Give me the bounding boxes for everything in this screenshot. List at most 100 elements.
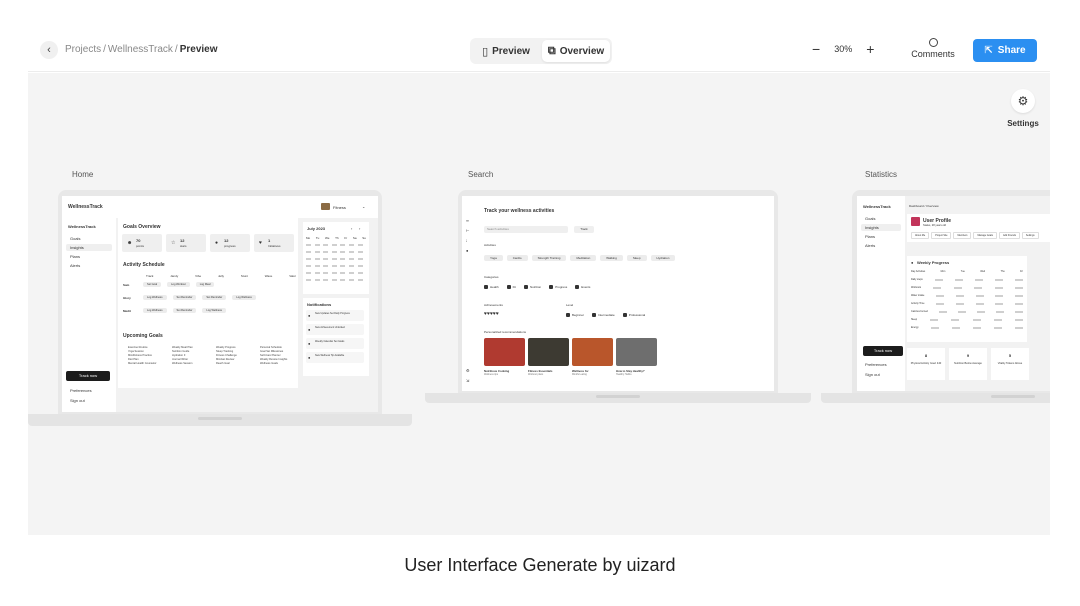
calendar-day[interactable] — [357, 244, 363, 246]
calendar-day[interactable] — [357, 251, 363, 253]
profile-tab[interactable]: About Me — [911, 232, 930, 239]
calendar-day[interactable] — [314, 272, 320, 274]
preferences-link[interactable]: Preferences — [865, 362, 887, 367]
calendar-day[interactable] — [306, 265, 311, 267]
calendar-day[interactable] — [323, 272, 329, 274]
calendar-day[interactable] — [323, 265, 329, 267]
calendar-day[interactable] — [331, 244, 337, 246]
summary-card[interactable]: 9 Nutrition Below Average — [949, 348, 987, 380]
zoom-in-button[interactable]: + — [866, 42, 874, 56]
sign-out-link[interactable]: Sign out — [70, 398, 85, 403]
notification-item[interactable]: ● Weekly Calendar Set Goals — [306, 338, 364, 349]
profile-tab[interactable]: Settings — [1021, 232, 1039, 239]
level-checkbox[interactable]: Intermediate — [592, 313, 615, 317]
calendar-day[interactable] — [357, 258, 363, 260]
calendar-day[interactable] — [314, 251, 320, 253]
recommendation-card[interactable]: Nutritious Cooking Wellness tips — [484, 338, 525, 380]
level-checkbox[interactable]: Beginner — [566, 313, 584, 317]
calendar-day[interactable] — [331, 258, 337, 260]
goal-item[interactable]: Weekly Meal Plan — [172, 346, 208, 349]
category-checkbox[interactable]: Nutrition — [524, 285, 541, 289]
calendar-day[interactable] — [314, 244, 320, 246]
profile-tab[interactable]: Members — [953, 232, 972, 239]
calendar-day[interactable] — [340, 251, 346, 253]
prev-month-button[interactable]: ‹ — [351, 226, 352, 231]
calendar-day[interactable] — [349, 258, 354, 260]
goal-item[interactable]: Weekly Progress — [216, 346, 252, 349]
track-now-button[interactable]: Track now — [863, 346, 903, 356]
schedule-chip[interactable]: Log Wellness — [143, 295, 167, 300]
calendar-day[interactable] — [340, 258, 346, 260]
calendar-day[interactable] — [349, 272, 354, 274]
calendar-day[interactable] — [323, 258, 329, 260]
share-button[interactable]: ⇱ Share — [973, 39, 1037, 62]
calendar-day[interactable] — [306, 258, 311, 260]
calendar-day[interactable] — [323, 279, 329, 281]
category-checkbox[interactable]: Progress — [549, 285, 567, 289]
goal-item[interactable]: Exercise Routine — [128, 346, 164, 349]
goal-item[interactable]: Fitness Challenge — [216, 354, 252, 357]
sign-out-link[interactable]: Sign out — [865, 372, 880, 377]
sidebar-item-goals[interactable]: Goals — [70, 236, 80, 241]
track-button[interactable]: Track — [574, 226, 594, 233]
level-checkbox[interactable]: Professional — [622, 313, 645, 317]
sidebar-item-alerts[interactable]: Alerts — [70, 263, 80, 268]
goal-item[interactable]: Personal Schedule — [260, 346, 296, 349]
schedule-chip[interactable]: Set Goal — [143, 282, 162, 287]
calendar-day[interactable] — [306, 272, 311, 274]
sidebar-item-plans[interactable]: Plans — [865, 234, 875, 239]
activity-chip[interactable]: Sleep — [626, 255, 647, 261]
schedule-chip[interactable]: Log Workout — [167, 282, 190, 287]
tab-preview[interactable]: ▯ Preview — [472, 40, 540, 62]
schedule-chip[interactable]: Set Reminder — [202, 295, 227, 300]
category-checkbox[interactable]: Health — [484, 285, 499, 289]
calendar-day[interactable] — [314, 258, 320, 260]
calendar-day[interactable] — [314, 265, 320, 267]
calendar-day[interactable] — [331, 265, 337, 267]
schedule-chip[interactable]: Log Meal — [195, 282, 215, 287]
calendar-day[interactable] — [340, 265, 346, 267]
calendar-day[interactable] — [349, 279, 354, 281]
summary-card[interactable]: 8 Physical Activity Goal: 440 — [907, 348, 945, 380]
goal-item[interactable]: Sleep Tracking — [216, 350, 252, 353]
summary-card[interactable]: 5 Vitality Tokens Above — [991, 348, 1029, 380]
calendar-day[interactable] — [323, 244, 329, 246]
calendar-day[interactable] — [340, 272, 346, 274]
breadcrumb-project[interactable]: WellnessTrack — [108, 44, 173, 55]
activity-chip[interactable]: Yoga — [484, 255, 503, 261]
schedule-chip[interactable]: Set Reminder — [172, 308, 197, 313]
goal-item[interactable]: Hydration F — [172, 354, 208, 357]
activity-chip[interactable]: Hydration — [650, 255, 676, 261]
profile-tab[interactable]: Project Site — [931, 232, 952, 239]
next-month-button[interactable]: › — [359, 226, 360, 231]
schedule-chip[interactable]: Log Wellness — [143, 308, 167, 313]
notification-item[interactable]: ● New Wellness Tip Available — [306, 352, 364, 363]
sidebar-icon[interactable]: ∞ — [466, 218, 469, 223]
calendar-day[interactable] — [349, 251, 354, 253]
track-now-button[interactable]: Track now — [66, 371, 110, 381]
category-checkbox[interactable]: Fit — [506, 285, 516, 289]
calendar-day[interactable] — [349, 244, 354, 246]
goal-item[interactable]: Journal Writer — [172, 358, 208, 361]
goal-item[interactable]: Nutrition Guide — [172, 350, 208, 353]
chevron-down-icon[interactable]: ⌄ — [362, 204, 365, 209]
calendar-day[interactable] — [331, 251, 337, 253]
recommendation-card[interactable]: Fitness Essentials Workout plans — [528, 338, 569, 380]
notification-item[interactable]: ● New Achievement Unlocked — [306, 324, 364, 335]
profile-tab[interactable]: Add Friends — [999, 232, 1020, 239]
calendar-day[interactable] — [349, 265, 354, 267]
schedule-chip[interactable]: Log Wellness — [202, 308, 226, 313]
calendar-day[interactable] — [306, 244, 311, 246]
settings-button[interactable]: ⚙ Settings — [1000, 89, 1046, 128]
tab-overview[interactable]: ⧉ Overview — [542, 40, 610, 62]
notification-item[interactable]: ● New Updates Set Daily Progress — [306, 310, 364, 321]
sidebar-item-goals[interactable]: Goals — [865, 216, 875, 221]
goal-item[interactable]: Mindset Review — [216, 358, 252, 361]
calendar-day[interactable] — [331, 279, 337, 281]
statistics-screen-frame[interactable]: WellnessTrack Goals Insights Plans Alert… — [821, 188, 1050, 410]
settings-icon[interactable]: ⚙ — [466, 368, 470, 373]
zoom-out-button[interactable]: − — [812, 42, 820, 56]
sidebar-item-insights[interactable]: Insights — [865, 225, 879, 230]
schedule-chip[interactable]: Log Wellness — [232, 295, 256, 300]
sidebar-icon[interactable]: ● — [466, 248, 468, 253]
